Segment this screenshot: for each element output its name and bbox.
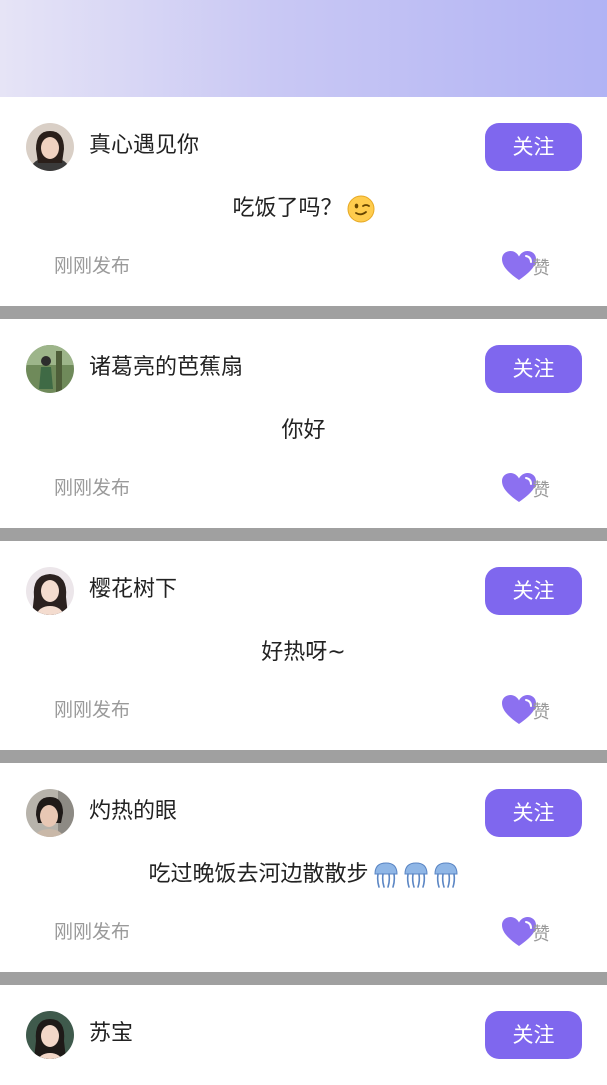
heart-icon xyxy=(502,695,536,725)
post-text: 吃饭了吗？ xyxy=(232,196,343,221)
post-username[interactable]: 苏宝 xyxy=(89,1019,133,1049)
follow-button[interactable]: 关注 xyxy=(485,567,582,615)
post-card: 真心遇见你 关注 吃饭了吗？ 刚刚发布 赞 xyxy=(0,97,607,306)
follow-button[interactable]: 关注 xyxy=(485,345,582,393)
winking-face-emoji xyxy=(347,195,375,223)
post-username[interactable]: 樱花树下 xyxy=(89,575,177,605)
post-card: 樱花树下 关注 好热呀~ 刚刚发布 赞 xyxy=(0,541,607,750)
jellyfish-emoji xyxy=(433,861,459,889)
post-text: 好热呀~ xyxy=(261,640,346,665)
like-button[interactable]: 赞 xyxy=(502,915,550,947)
like-label: 赞 xyxy=(532,258,550,279)
avatar[interactable] xyxy=(26,789,74,837)
avatar[interactable] xyxy=(26,345,74,393)
follow-button[interactable]: 关注 xyxy=(485,123,582,171)
jellyfish-emoji xyxy=(373,861,399,889)
post-card: 诸葛亮的芭蕉扇 关注 你好 刚刚发布 赞 xyxy=(0,319,607,528)
post-content: 你好 xyxy=(0,415,607,447)
follow-button[interactable]: 关注 xyxy=(485,1011,582,1059)
avatar[interactable] xyxy=(26,567,74,615)
heart-icon xyxy=(502,917,536,947)
post-username[interactable]: 灼热的眼 xyxy=(89,797,177,827)
post-text: 吃过晚饭去河边散散步 xyxy=(148,862,369,887)
post-content: 好热呀~ xyxy=(0,637,607,669)
like-label: 赞 xyxy=(532,924,550,945)
post-time: 刚刚发布 xyxy=(54,921,131,943)
avatar[interactable] xyxy=(26,1011,74,1059)
heart-icon xyxy=(502,473,536,503)
like-label: 赞 xyxy=(532,702,550,723)
post-username[interactable]: 真心遇见你 xyxy=(89,131,199,161)
like-button[interactable]: 赞 xyxy=(502,471,550,503)
heart-icon xyxy=(502,251,536,281)
jellyfish-emoji xyxy=(403,861,429,889)
follow-button[interactable]: 关注 xyxy=(485,789,582,837)
post-card: 苏宝 关注 xyxy=(0,985,607,1085)
post-content: 吃饭了吗？ xyxy=(0,193,607,225)
top-banner xyxy=(0,0,607,97)
post-content: 吃过晚饭去河边散散步 xyxy=(0,859,607,891)
post-feed: 真心遇见你 关注 吃饭了吗？ 刚刚发布 赞 诸葛亮的芭蕉扇 关注 你好 刚刚发布… xyxy=(0,97,607,1085)
post-card: 灼热的眼 关注 吃过晚饭去河边散散步 刚刚发布 赞 xyxy=(0,763,607,972)
avatar[interactable] xyxy=(26,123,74,171)
post-username[interactable]: 诸葛亮的芭蕉扇 xyxy=(89,353,243,383)
post-time: 刚刚发布 xyxy=(54,255,131,277)
like-label: 赞 xyxy=(532,480,550,501)
post-time: 刚刚发布 xyxy=(54,699,131,721)
like-button[interactable]: 赞 xyxy=(502,693,550,725)
post-text: 你好 xyxy=(281,418,326,443)
post-time: 刚刚发布 xyxy=(54,477,131,499)
like-button[interactable]: 赞 xyxy=(502,249,550,281)
